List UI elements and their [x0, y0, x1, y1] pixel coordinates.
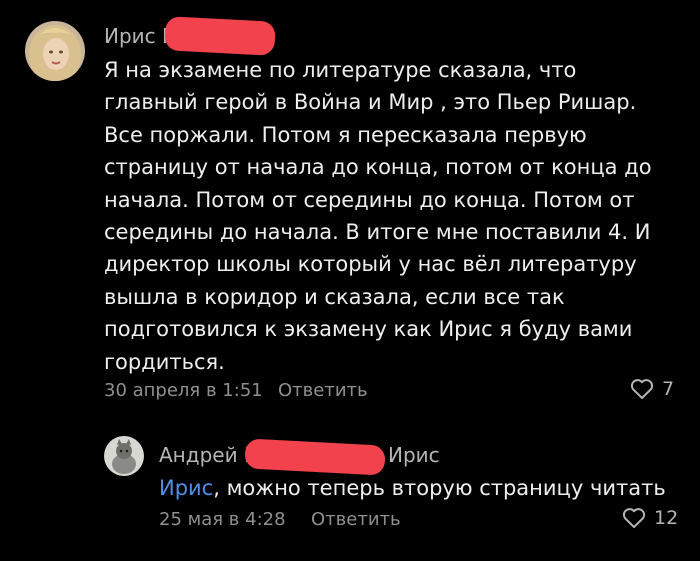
- reply-to-name[interactable]: Ирис: [388, 443, 440, 467]
- avatar-andrey[interactable]: [104, 436, 144, 476]
- like-count: 12: [654, 507, 679, 529]
- reply-date[interactable]: 25 мая в 4:28: [159, 509, 286, 530]
- reply-button[interactable]: Ответить: [278, 380, 368, 401]
- reply-text: Ирис, можно теперь вторую страницу читат…: [159, 472, 689, 504]
- author-name-iris[interactable]: Ирис Г: [104, 24, 174, 48]
- comment-text: Я на экзамене по литературе сказала, что…: [104, 58, 652, 374]
- reply-text-body: , можно теперь вторую страницу читать: [213, 476, 666, 500]
- redaction-mark: [244, 438, 386, 476]
- author-name-andrey[interactable]: Андрей Б: [159, 443, 258, 467]
- reply-button[interactable]: Ответить: [311, 509, 401, 530]
- heart-icon: [630, 378, 654, 400]
- like-button[interactable]: 7: [630, 378, 674, 400]
- like-count: 7: [662, 378, 675, 400]
- comment-date[interactable]: 30 апреля в 1:51: [104, 380, 263, 401]
- like-button[interactable]: 12: [622, 507, 678, 529]
- mention-link[interactable]: Ирис: [159, 476, 213, 500]
- heart-icon: [622, 507, 646, 529]
- avatar-iris[interactable]: [25, 21, 85, 81]
